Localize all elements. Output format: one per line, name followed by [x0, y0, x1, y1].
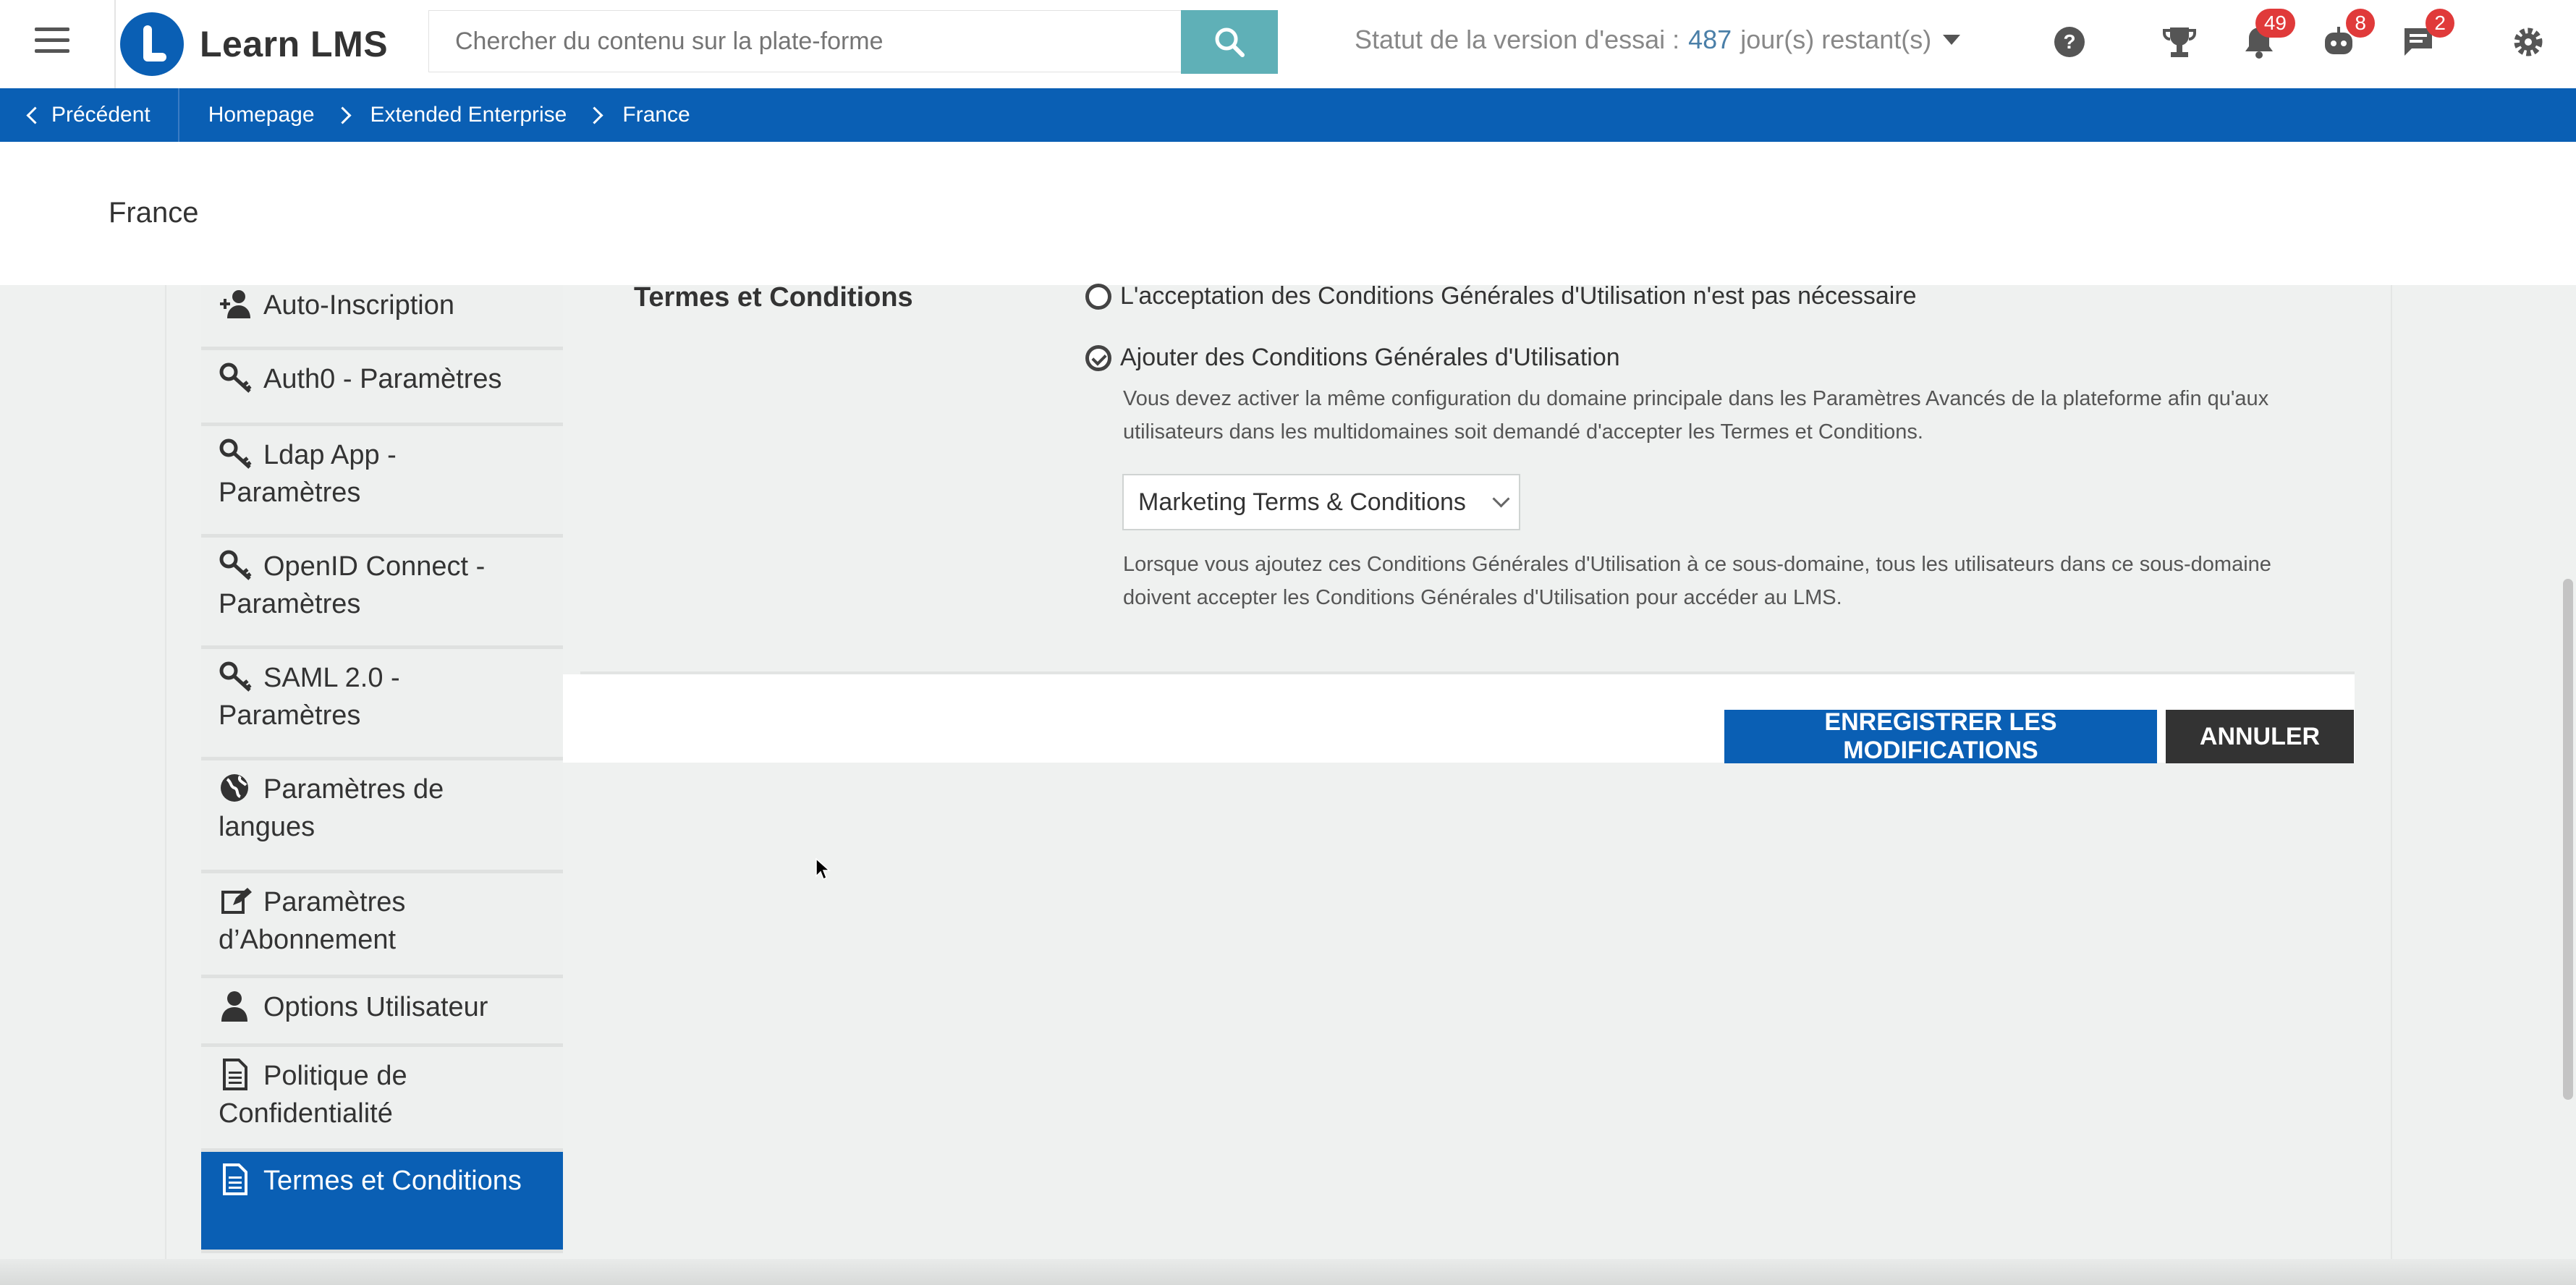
- user-plus-icon: [220, 290, 250, 318]
- breadcrumb-item-france: France: [622, 103, 690, 127]
- breadcrumb: Précédent Homepage Extended Enterprise F…: [0, 88, 2576, 142]
- bot-icon[interactable]: 8: [2318, 9, 2375, 62]
- search-button[interactable]: [1181, 10, 1278, 74]
- document-icon: [223, 1163, 247, 1195]
- svg-text:?: ?: [2063, 30, 2075, 53]
- app-logo[interactable]: Learn LMS: [114, 0, 388, 88]
- radio-option-none-label: L'acceptation des Conditions Générales d…: [1120, 282, 1917, 310]
- sidebar-item-label: Auth0 - Paramètres: [263, 364, 502, 394]
- terms-select-value: Marketing Terms & Conditions: [1138, 488, 1466, 516]
- chevron-right-icon: [334, 106, 352, 124]
- save-changes-button[interactable]: ENREGISTRER LES MODIFICATIONS: [1724, 708, 2157, 764]
- chevron-left-icon: [26, 106, 44, 124]
- domain-config-note: Vous devez activer la même configuration…: [1123, 387, 2269, 444]
- sidebar-item-label: Options Utilisateur: [263, 992, 488, 1022]
- trophy-icon[interactable]: [2159, 22, 2200, 62]
- page-scrollbar[interactable]: [2563, 579, 2573, 1100]
- search-input[interactable]: [428, 10, 1182, 72]
- trial-status-dropdown[interactable]: Statut de la version d'essai : 487 jour(…: [1355, 25, 1961, 55]
- settings-gear-icon[interactable]: [2508, 22, 2549, 62]
- edit-icon: [221, 888, 252, 914]
- back-label: Précédent: [51, 103, 151, 127]
- messages-icon[interactable]: 2: [2398, 9, 2454, 62]
- top-header: Learn LMS Statut de la version d'essai :…: [0, 0, 2576, 88]
- help-icon[interactable]: ?: [2049, 22, 2090, 62]
- bottom-shade: [0, 1259, 2576, 1285]
- menu-icon[interactable]: [35, 27, 69, 56]
- section-label: Termes et Conditions: [634, 282, 913, 313]
- page-title: France: [109, 197, 199, 229]
- bot-badge: 8: [2346, 9, 2375, 38]
- messages-badge: 2: [2425, 9, 2454, 38]
- search-icon: [1215, 27, 1245, 57]
- sidebar-item-label: Auto-Inscription: [263, 290, 455, 321]
- logo-mark-icon: [120, 12, 184, 76]
- notifications-badge: 49: [2255, 9, 2295, 38]
- chevron-down-icon: [1492, 490, 1510, 508]
- trial-suffix: jour(s) restant(s): [1740, 25, 1932, 54]
- key-icon: [219, 550, 252, 580]
- radio-checked-icon[interactable]: [1085, 344, 1111, 371]
- radio-option-add-label: Ajouter des Conditions Générales d'Utili…: [1120, 344, 1620, 371]
- sidebar-item-auth0[interactable]: Auth0 - Paramètres: [201, 350, 563, 426]
- radio-option-none[interactable]: L'acceptation des Conditions Générales d…: [1085, 282, 1917, 310]
- sidebar-item-langues[interactable]: Paramètres de langues: [201, 760, 563, 873]
- title-band: France: [0, 142, 2576, 285]
- sidebar-item-label: OpenID Connect - Paramètres: [219, 551, 486, 619]
- sidebar-item-options-utilisateur[interactable]: Options Utilisateur: [201, 978, 563, 1047]
- sidebar-item-auto-inscription[interactable]: Auto-Inscription: [201, 285, 563, 350]
- sidebar-item-ldap[interactable]: Ldap App - Paramètres: [201, 426, 563, 538]
- trial-prefix: Statut de la version d'essai :: [1355, 25, 1680, 54]
- key-icon: [219, 362, 252, 393]
- chevron-right-icon: [585, 106, 603, 124]
- sidebar-item-abonnement[interactable]: Paramètres d’Abonnement: [201, 873, 563, 978]
- globe-icon: [221, 774, 248, 802]
- settings-sidebar: Auto-Inscription Auth0 - Paramètres Ldap…: [201, 285, 563, 1253]
- document-icon: [223, 1059, 247, 1090]
- terms-select[interactable]: Marketing Terms & Conditions: [1122, 474, 1520, 530]
- breadcrumb-item-homepage[interactable]: Homepage: [208, 103, 315, 127]
- mouse-cursor-icon: [815, 858, 831, 881]
- breadcrumb-item-extended-enterprise[interactable]: Extended Enterprise: [370, 103, 567, 127]
- sidebar-item-politique[interactable]: Politique de Confidentialité: [201, 1047, 563, 1152]
- back-button[interactable]: Précédent: [0, 88, 179, 142]
- key-icon: [219, 661, 252, 692]
- radio-option-add[interactable]: Ajouter des Conditions Générales d'Utili…: [1085, 344, 1620, 372]
- sidebar-item-termes[interactable]: Termes et Conditions: [201, 1152, 563, 1253]
- radio-unchecked-icon[interactable]: [1085, 283, 1111, 310]
- subdomain-acceptance-note: Lorsque vous ajoutez ces Conditions Géné…: [1123, 553, 2271, 609]
- notification-bell-icon[interactable]: 49: [2239, 9, 2295, 62]
- cancel-button[interactable]: ANNULER: [2166, 710, 2354, 763]
- user-icon: [221, 991, 247, 1022]
- app-name: Learn LMS: [200, 24, 389, 64]
- trial-days: 487: [1688, 25, 1732, 54]
- caret-down-icon: [1943, 35, 1961, 45]
- sidebar-item-saml[interactable]: SAML 2.0 - Paramètres: [201, 649, 563, 760]
- key-icon: [219, 438, 252, 469]
- sidebar-item-label: Termes et Conditions: [263, 1166, 522, 1196]
- sidebar-item-openid[interactable]: OpenID Connect - Paramètres: [201, 538, 563, 649]
